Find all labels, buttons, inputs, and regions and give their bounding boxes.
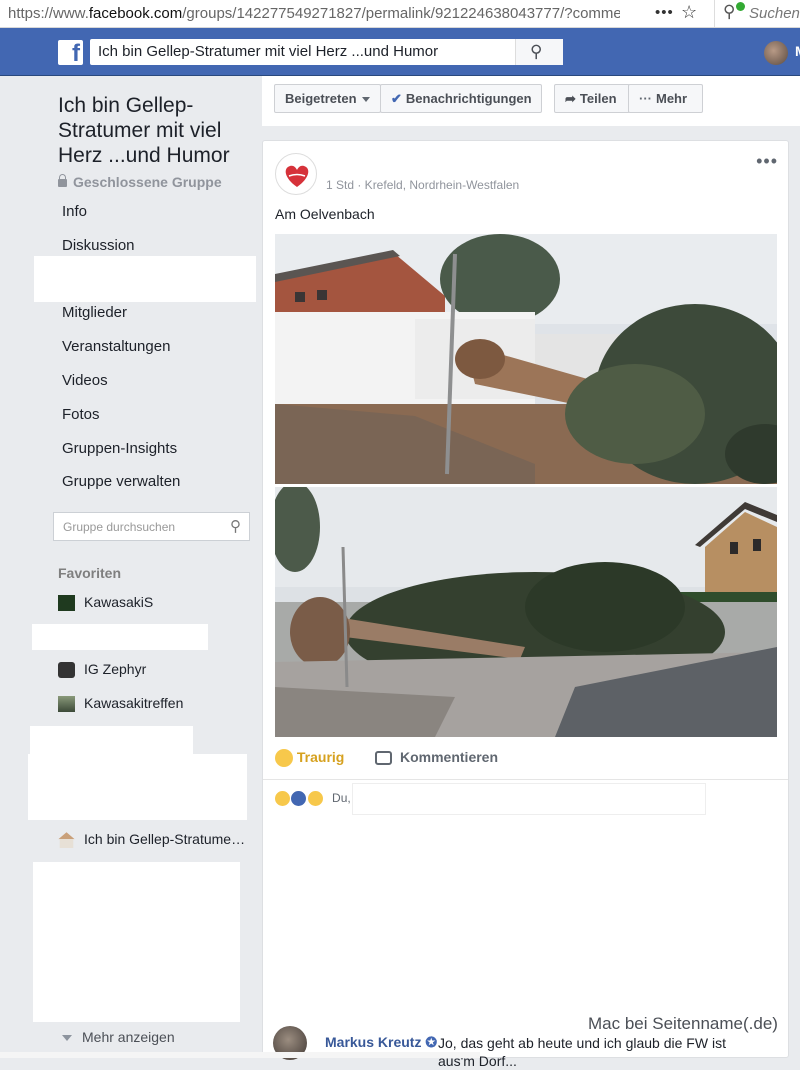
favorite-label: KawasakiS [84, 594, 154, 610]
profile-name[interactable]: M [795, 43, 800, 59]
nav-item-verwalten[interactable]: Gruppe verwalten [62, 473, 180, 490]
redacted-block [30, 726, 193, 756]
caret-down-icon [361, 97, 370, 103]
add-engine-icon [736, 2, 745, 11]
post-photo[interactable] [275, 234, 777, 484]
nav-item-info[interactable]: Info [62, 203, 87, 220]
more-dots-icon: ··· [639, 91, 652, 106]
wow-reaction-icon [275, 791, 290, 807]
house-icon [58, 832, 75, 849]
share-arrow-icon: ➦ [565, 91, 576, 106]
redacted-block [352, 783, 706, 815]
redacted-block [34, 256, 256, 302]
nav-item-veranstaltungen[interactable]: Veranstaltungen [62, 338, 170, 355]
divider [263, 779, 788, 780]
address-bar[interactable]: https://www.facebook.com/groups/14227754… [8, 5, 620, 22]
facebook-header: f Ich bin Gellep-Stratumer mit viel Herz… [0, 28, 800, 76]
nav-item-fotos[interactable]: Fotos [62, 406, 100, 423]
redacted-block [33, 862, 240, 1022]
page-actions-icon[interactable]: ••• [655, 4, 674, 21]
favorite-label: IG Zephyr [84, 661, 147, 677]
lock-icon [58, 174, 67, 187]
search-icon: ⚲ [723, 2, 736, 21]
search-icon: ⚲ [530, 42, 543, 61]
notifications-button[interactable]: ✔ Benachrichtigungen [380, 84, 542, 113]
chevron-down-icon [62, 1035, 72, 1042]
url-prefix: https://www. [8, 5, 89, 22]
notifications-label: Benachrichtigungen [405, 91, 532, 106]
heart-logo-icon [285, 165, 309, 187]
group-avatar[interactable] [275, 153, 317, 195]
group-sidebar: Ich bin Gellep-Stratumer mit viel Herz .… [0, 76, 262, 1058]
group-privacy: Geschlossene Gruppe [58, 174, 222, 190]
favorite-item[interactable]: Ich bin Gellep-Stratume… [58, 830, 246, 849]
bookmark-star-icon[interactable]: ☆ [681, 2, 697, 23]
favorite-item[interactable]: Kawasakitreffen [58, 694, 184, 713]
facebook-logo-icon[interactable]: f [58, 40, 83, 67]
sad-face-icon [275, 749, 293, 768]
reactions-summary-text: Du, [332, 791, 351, 805]
watermark-text: Mac bei Seitenname(.de) [588, 1014, 778, 1033]
redacted-block [28, 754, 247, 820]
show-more-label: Mehr anzeigen [82, 1029, 175, 1045]
verified-badge-icon: ✪ [425, 1034, 438, 1050]
url-path: /groups/142277549271827/permalink/921224… [182, 5, 620, 22]
favorite-label: Kawasakitreffen [84, 695, 184, 711]
search-icon[interactable]: ⚲ [230, 517, 241, 535]
nav-item-insights[interactable]: Gruppen-Insights [62, 440, 177, 457]
favorite-item[interactable]: IG Zephyr [58, 660, 147, 679]
nav-item-mitglieder[interactable]: Mitglieder [62, 304, 127, 321]
comment-bubble-icon [375, 751, 392, 766]
share-label: Teilen [579, 91, 617, 106]
group-privacy-label: Geschlossene Gruppe [73, 174, 222, 190]
reactions-summary[interactable]: Du, [275, 791, 351, 807]
browser-toolbar: https://www.facebook.com/groups/14227754… [0, 0, 800, 28]
browser-search-box[interactable]: ⚲ Suchen [714, 0, 800, 27]
redacted-block [32, 624, 208, 650]
redacted-block [267, 825, 743, 995]
group-search-input[interactable]: Gruppe durchsuchen ⚲ [53, 512, 250, 541]
post-card: 1 Std · Krefeld, Nordrhein-Westfalen •••… [262, 140, 789, 1069]
post-photo[interactable] [275, 487, 777, 737]
joined-button[interactable]: Beigetreten [274, 84, 381, 113]
facebook-search-input[interactable]: Ich bin Gellep-Stratumer mit viel Herz .… [90, 39, 563, 65]
like-reaction-icon [291, 791, 307, 807]
group-title[interactable]: Ich bin Gellep-Stratumer mit viel Herz .… [58, 93, 258, 168]
sad-reaction-icon [307, 791, 323, 807]
reaction-label: Traurig [296, 749, 345, 765]
sad-reaction-button[interactable]: Traurig [275, 749, 345, 768]
comment-button[interactable]: Kommentieren [375, 749, 499, 766]
comment-text: Jo, das geht ab heute und ich glaub die … [438, 1035, 726, 1069]
show-more-button[interactable]: Mehr anzeigen [62, 1029, 175, 1045]
comment-label: Kommentieren [400, 749, 499, 765]
joined-label: Beigetreten [285, 91, 357, 106]
favorite-item[interactable]: KawasakiS [58, 593, 154, 612]
post-text: Am Oelvenbach [275, 206, 375, 222]
post-options-icon[interactable]: ••• [756, 151, 778, 172]
group-action-bar: Beigetreten ✔ Benachrichtigungen ➦ Teilen … [262, 76, 800, 126]
browser-search-label: Suchen [749, 5, 800, 22]
commenter-name[interactable]: Markus Kreutz ✪ [325, 1034, 437, 1051]
favorites-heading: Favoriten [58, 565, 122, 581]
post-meta: 1 Std · Krefeld, Nordrhein-Westfalen [326, 178, 520, 192]
url-domain: facebook.com [88, 5, 183, 22]
more-button[interactable]: ··· Mehr [628, 84, 703, 113]
kawasakitreffen-group-icon [58, 696, 75, 713]
share-button[interactable]: ➦ Teilen [554, 84, 630, 113]
more-label: Mehr [656, 91, 688, 106]
commenter-name-text: Markus Kreutz [325, 1034, 422, 1050]
profile-avatar[interactable] [764, 41, 788, 65]
nav-item-videos[interactable]: Videos [62, 372, 108, 389]
search-query-text: Ich bin Gellep-Stratumer mit viel Herz .… [98, 43, 439, 60]
browser-status-bar [0, 1052, 480, 1058]
search-button[interactable]: ⚲ [515, 39, 563, 65]
favorite-label: Ich bin Gellep-Stratume… [84, 831, 246, 847]
group-search-placeholder: Gruppe durchsuchen [63, 520, 176, 534]
kawasakis-group-icon [58, 595, 75, 612]
checkmark-icon: ✔ [391, 91, 402, 106]
ig-zephyr-group-icon [58, 662, 75, 679]
nav-item-diskussion[interactable]: Diskussion [62, 237, 135, 254]
